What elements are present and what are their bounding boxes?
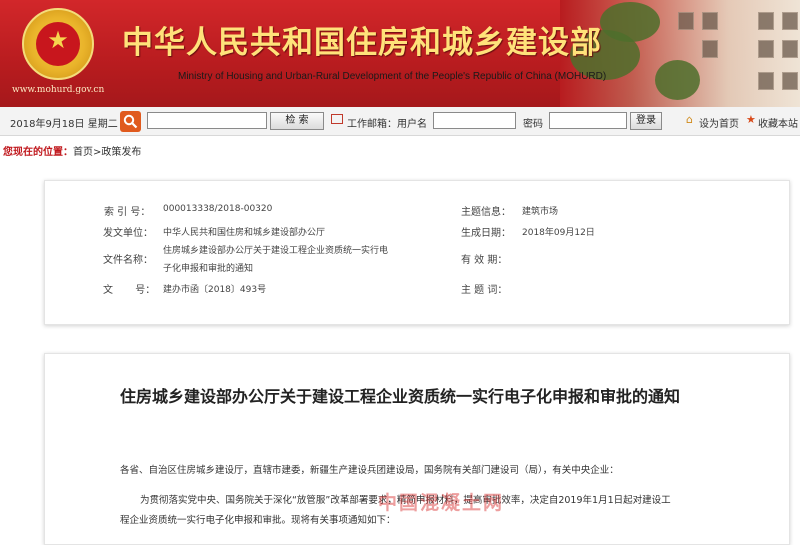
current-date: 2018年9月18日 星期二: [10, 119, 118, 130]
star-icon[interactable]: ★: [746, 113, 756, 126]
index-value: 000013338/2018-00320: [163, 204, 273, 214]
search-icon[interactable]: [120, 111, 141, 132]
national-emblem-icon: ★: [22, 8, 94, 80]
docname-value-line1: 住房城乡建设部办公厅关于建设工程企业资质统一实行电: [163, 246, 389, 256]
watermark-text: 中国混凝土网: [378, 492, 505, 514]
date-label: 生成日期：: [461, 228, 511, 239]
home-icon[interactable]: ⌂: [686, 113, 693, 126]
breadcrumb-label: 您现在的位置：: [3, 147, 73, 158]
site-title: 中华人民共和国住房和城乡建设部: [122, 25, 602, 61]
issuer-value: 中华人民共和国住房和城乡建设部办公厅: [163, 228, 326, 238]
mail-username-label: 工作邮箱：用户名: [347, 119, 427, 130]
set-home-link[interactable]: 设为首页: [699, 115, 739, 130]
password-input[interactable]: [549, 112, 627, 129]
site-url: www.mohurd.gov.cn: [12, 85, 105, 95]
subject-label: 主题信息：: [461, 207, 511, 218]
article-paragraph-2-line2: 程企业资质统一实行电子化申报和审批。现将有关事项通知如下：: [120, 515, 396, 526]
search-button[interactable]: 检 索: [270, 112, 324, 130]
mail-icon: [331, 114, 343, 124]
issuer-label: 发文单位：: [103, 228, 153, 239]
keywords-label: 主 题 词：: [461, 285, 508, 296]
breadcrumb-path[interactable]: 首页>政策发布: [73, 147, 141, 158]
docno-value: 建办市函〔2018〕493号: [163, 285, 267, 295]
article-paragraph-1: 各省、自治区住房城乡建设厅，直辖市建委，新疆生产建设兵团建设局，国务院有关部门建…: [120, 465, 619, 476]
article-title: 住房城乡建设部办公厅关于建设工程企业资质统一实行电子化申报和审批的通知: [119, 387, 680, 406]
breadcrumb: 您现在的位置：首页>政策发布: [3, 143, 141, 158]
subject-value: 建筑市场: [522, 207, 559, 217]
site-title-english: Ministry of Housing and Urban-Rural Deve…: [178, 71, 607, 82]
docno-label: 文 号：: [103, 285, 156, 296]
search-input[interactable]: [147, 112, 267, 129]
site-banner: ★ www.mohurd.gov.cn 中华人民共和国住房和城乡建设部 Mini…: [0, 0, 800, 107]
index-label: 索 引 号：: [104, 207, 151, 218]
validity-label: 有 效 期：: [461, 255, 508, 266]
password-label: 密码: [523, 119, 543, 130]
docname-value-line2: 子化申报和审批的通知: [163, 264, 254, 274]
document-info-panel: [44, 180, 790, 325]
favorite-link[interactable]: 收藏本站: [758, 115, 798, 130]
username-input[interactable]: [433, 112, 516, 129]
docname-label: 文件名称：: [103, 255, 153, 266]
date-value: 2018年09月12日: [522, 228, 595, 238]
login-button[interactable]: 登录: [630, 112, 662, 130]
